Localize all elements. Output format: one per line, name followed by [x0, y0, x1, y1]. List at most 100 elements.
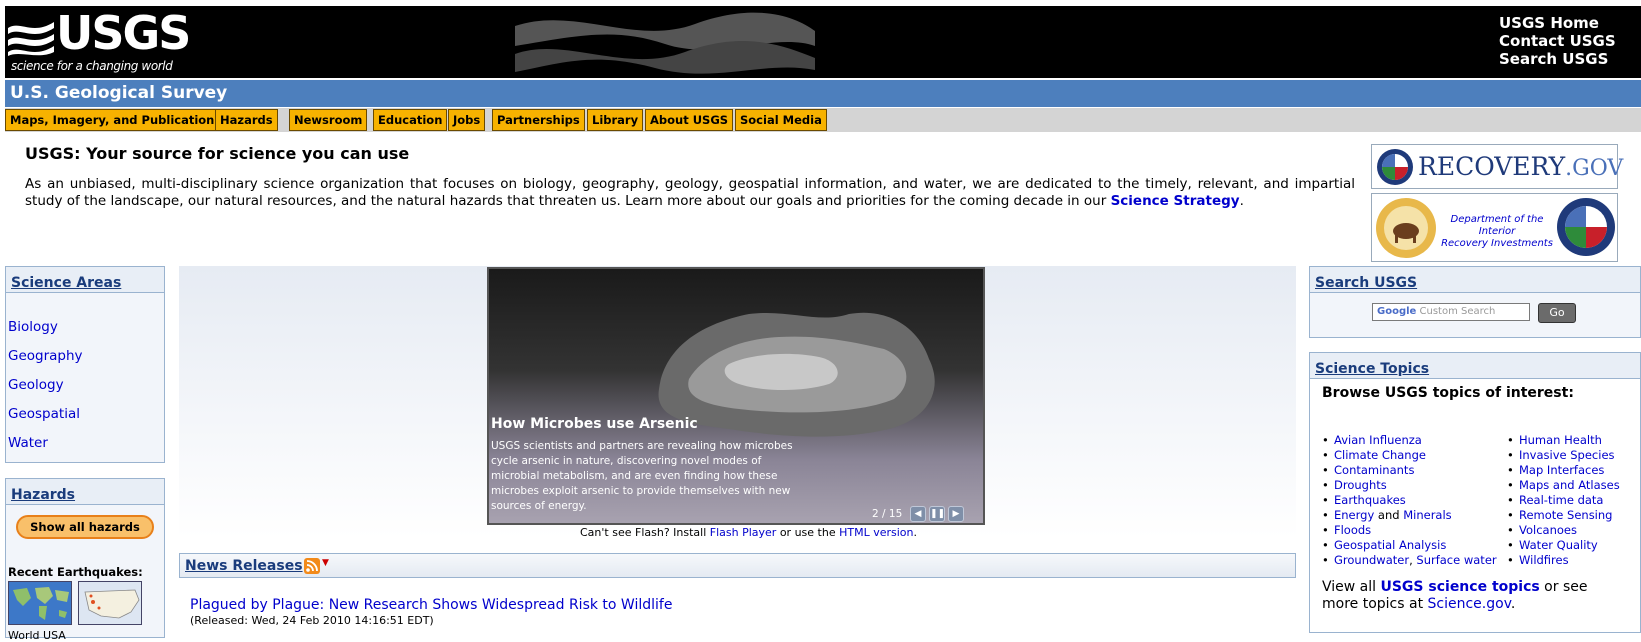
topic-energy[interactable]: Energy [1334, 508, 1374, 522]
list-item: Wildfires [1507, 553, 1620, 568]
usgs-home-link[interactable]: USGS Home [1499, 14, 1616, 32]
hazards-title[interactable]: Hazards [11, 487, 75, 503]
intro-title: USGS: Your source for science you can us… [25, 144, 410, 163]
topic-contaminants[interactable]: Contaminants [1334, 463, 1414, 477]
nav-hazards[interactable]: Hazards [215, 109, 278, 131]
search-input[interactable]: Google Custom Search [1372, 303, 1530, 321]
show-all-hazards-button[interactable]: Show all hazards [16, 515, 154, 539]
topic-groundwater[interactable]: Groundwater [1334, 553, 1409, 567]
list-item: Contaminants [1322, 463, 1497, 478]
topic-map-interfaces[interactable]: Map Interfaces [1519, 463, 1604, 477]
topic-remote-sensing[interactable]: Remote Sensing [1519, 508, 1612, 522]
list-item: Geospatial [8, 400, 164, 429]
doi-recovery-badge[interactable]: Department of the Interior Recovery Inves… [1371, 193, 1618, 262]
recovery-gov-badge[interactable]: RECOVERY.GOV [1371, 144, 1623, 189]
science-area-water[interactable]: Water [8, 435, 48, 451]
html-version-link[interactable]: HTML version [839, 526, 913, 539]
science-area-biology[interactable]: Biology [8, 319, 58, 335]
header-wave-graphic [515, 12, 815, 74]
science-gov-link[interactable]: Science.gov [1428, 596, 1511, 612]
view-all-end: . [1510, 596, 1516, 612]
nav-about-usgs[interactable]: About USGS [645, 109, 734, 131]
topics-column-1: Avian Influenza Climate Change Contamina… [1322, 433, 1497, 568]
topic-droughts[interactable]: Droughts [1334, 478, 1387, 492]
nav-jobs[interactable]: Jobs [448, 109, 486, 131]
list-item: Energy and Minerals [1322, 508, 1497, 523]
usa-earthquake-map[interactable] [78, 581, 142, 625]
usgs-science-topics-link[interactable]: USGS science topics [1380, 579, 1539, 595]
google-logo: Google [1377, 306, 1417, 317]
chevron-down-icon[interactable]: ▼ [322, 558, 329, 568]
search-usgs-header: Search USGS [1310, 267, 1640, 293]
list-item: Invasive Species [1507, 448, 1620, 463]
view-all-topics: View all USGS science topics or see more… [1322, 579, 1622, 613]
list-item: Floods [1322, 523, 1497, 538]
topic-wildfires[interactable]: Wildfires [1519, 553, 1569, 567]
list-item: Climate Change [1322, 448, 1497, 463]
flash-notice-pre: Can't see Flash? Install [580, 526, 710, 539]
site-title: U.S. Geological Survey [10, 83, 228, 103]
feature-slideshow[interactable]: How Microbes use Arsenic USGS scientists… [487, 267, 985, 525]
earthquake-feed-links[interactable]: World USA [8, 629, 66, 642]
science-strategy-link[interactable]: Science Strategy [1111, 193, 1240, 209]
usgs-logo[interactable]: USGS science for a changing world [8, 6, 191, 76]
nav-newsroom[interactable]: Newsroom [289, 109, 368, 131]
pause-slide-button[interactable]: ❚❚ [929, 506, 945, 522]
world-earthquake-map[interactable] [8, 581, 72, 625]
next-slide-button[interactable]: ▶ [948, 506, 964, 522]
topic-minerals[interactable]: Minerals [1403, 508, 1451, 522]
science-areas-title[interactable]: Science Areas [11, 275, 121, 291]
science-area-geology[interactable]: Geology [8, 377, 64, 393]
topic-volcanoes[interactable]: Volcanoes [1519, 523, 1577, 537]
search-usgs-link[interactable]: Search USGS [1499, 50, 1616, 68]
site-header: USGS science for a changing world USGS H… [5, 6, 1641, 78]
main-nav: Maps, Imagery, and Publications Hazards … [5, 108, 1641, 132]
topic-climate-change[interactable]: Climate Change [1334, 448, 1426, 462]
science-areas-list: Biology Geography Geology Geospatial Wat… [6, 293, 164, 458]
recovery-seal-icon [1377, 149, 1413, 185]
science-topics-title[interactable]: Science Topics [1315, 361, 1429, 377]
previous-slide-button[interactable]: ◀ [910, 506, 926, 522]
topic-floods[interactable]: Floods [1334, 523, 1371, 537]
recovery-gov: .GOV [1565, 156, 1624, 181]
usa-map-icon [79, 582, 141, 624]
search-usgs-title[interactable]: Search USGS [1315, 275, 1417, 291]
contact-usgs-link[interactable]: Contact USGS [1499, 32, 1616, 50]
topic-real-time-data[interactable]: Real-time data [1519, 493, 1603, 507]
search-go-button[interactable]: Go [1538, 303, 1576, 323]
nav-library[interactable]: Library [587, 109, 644, 131]
doi-text-line1: Department of the Interior [1450, 214, 1544, 237]
list-item: Groundwater, Surface water [1322, 553, 1497, 568]
nav-maps-imagery-publications[interactable]: Maps, Imagery, and Publications [5, 109, 227, 131]
list-item: Real-time data [1507, 493, 1620, 508]
logo-tagline: science for a changing world [11, 59, 173, 73]
news-headline-link[interactable]: Plagued by Plague: New Research Shows Wi… [190, 597, 672, 613]
science-area-geography[interactable]: Geography [8, 348, 83, 364]
topic-human-health[interactable]: Human Health [1519, 433, 1602, 447]
intro-text: As an unbiased, multi-disciplinary scien… [25, 176, 1355, 210]
nav-social-media[interactable]: Social Media [735, 109, 827, 131]
nav-partnerships[interactable]: Partnerships [492, 109, 585, 131]
list-item: Earthquakes [1322, 493, 1497, 508]
topic-surface-water[interactable]: Surface water [1416, 553, 1496, 567]
flash-player-link[interactable]: Flash Player [710, 526, 777, 539]
topic-maps-and-atlases[interactable]: Maps and Atlases [1519, 478, 1620, 492]
science-area-geospatial[interactable]: Geospatial [8, 406, 80, 422]
doi-seal-icon [1376, 198, 1436, 258]
topic-avian-influenza[interactable]: Avian Influenza [1334, 433, 1422, 447]
nav-education[interactable]: Education [373, 109, 448, 131]
list-item: Water [8, 429, 164, 458]
flash-notice-end: . [913, 526, 918, 539]
world-map-icon [9, 582, 71, 624]
topic-water-quality[interactable]: Water Quality [1519, 538, 1598, 552]
topic-invasive-species[interactable]: Invasive Species [1519, 448, 1615, 462]
slide-counter: 2 / 15 [872, 508, 903, 520]
list-item: Maps and Atlases [1507, 478, 1620, 493]
news-releases-title[interactable]: News Releases [185, 558, 303, 574]
rss-icon[interactable] [304, 558, 320, 574]
recovery-main: RECOVERY [1418, 152, 1566, 181]
topic-geospatial-analysis[interactable]: Geospatial Analysis [1334, 538, 1446, 552]
news-releases-header: News Releases ▼ [179, 553, 1296, 578]
list-item: Water Quality [1507, 538, 1620, 553]
topic-earthquakes[interactable]: Earthquakes [1334, 493, 1406, 507]
